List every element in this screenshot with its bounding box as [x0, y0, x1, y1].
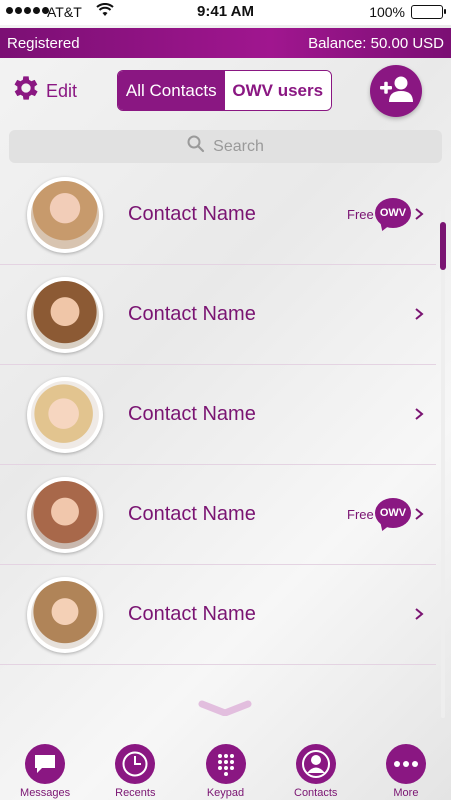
chevron-right-icon — [414, 605, 424, 626]
battery-icon — [411, 5, 446, 19]
segment-owv-users[interactable]: OWV users — [224, 71, 331, 110]
keypad-icon — [205, 744, 246, 784]
chevron-right-icon — [414, 505, 424, 526]
contact-row[interactable]: Contact Name — [0, 565, 436, 665]
tab-label: More — [393, 787, 419, 799]
contacts-icon — [295, 744, 336, 784]
chevron-right-icon — [414, 405, 424, 426]
message-icon — [25, 744, 66, 784]
chevron-right-icon — [414, 305, 424, 326]
contact-name: Contact Name — [128, 203, 256, 225]
tab-label: Recents — [115, 787, 156, 799]
status-bar: AT&T 9:41 AM 100% — [0, 0, 451, 25]
contacts-filter-segmented-control: All Contacts OWV users — [117, 70, 332, 111]
add-contact-button[interactable] — [370, 65, 422, 117]
tab-label: Keypad — [206, 787, 245, 799]
add-person-icon — [378, 75, 414, 108]
free-label: Free — [347, 207, 374, 222]
contact-row[interactable]: Contact Name — [0, 365, 436, 465]
avatar — [27, 477, 103, 553]
balance-label: Balance: 50.00 USD — [308, 35, 444, 52]
contact-name: Contact Name — [128, 303, 256, 325]
contact-name: Contact Name — [128, 603, 256, 625]
avatar — [27, 377, 103, 453]
tab-contacts[interactable]: Contacts — [271, 740, 361, 800]
edit-label: Edit — [46, 80, 78, 101]
avatar — [27, 277, 103, 353]
tab-more[interactable]: More — [361, 740, 451, 800]
gear-icon — [10, 72, 42, 110]
contact-name: Contact Name — [128, 503, 256, 525]
tab-bar: Messages Recents Keypad Contacts More — [0, 740, 451, 800]
scrollbar-thumb[interactable] — [440, 222, 446, 270]
edit-button[interactable]: Edit — [10, 72, 77, 110]
search-input[interactable]: Search — [9, 130, 442, 163]
account-info-bar: Registered Balance: 50.00 USD — [0, 28, 451, 58]
contact-row[interactable]: Contact Name Free OWV — [0, 165, 436, 265]
search-icon — [187, 135, 205, 158]
avatar — [27, 577, 103, 653]
tab-label: Messages — [20, 787, 71, 799]
segment-all-contacts[interactable]: All Contacts — [118, 71, 225, 110]
battery-percent: 100% — [369, 4, 405, 20]
free-label: Free — [347, 507, 374, 522]
contacts-list: Contact Name Free OWV Contact Name Conta… — [0, 165, 436, 665]
registration-status: Registered — [7, 35, 80, 52]
chevron-right-icon — [414, 205, 424, 226]
tab-keypad[interactable]: Keypad — [180, 740, 270, 800]
contact-name: Contact Name — [128, 403, 256, 425]
tab-label: Contacts — [294, 787, 338, 799]
tab-recents[interactable]: Recents — [90, 740, 180, 800]
clock-icon — [115, 744, 156, 784]
search-placeholder: Search — [213, 137, 264, 155]
owv-badge-icon: OWV — [375, 498, 411, 528]
contact-row[interactable]: Contact Name — [0, 265, 436, 365]
more-icon — [385, 744, 426, 784]
contact-row[interactable]: Contact Name Free OWV — [0, 465, 436, 565]
owv-badge-icon: OWV — [375, 198, 411, 228]
avatar — [27, 177, 103, 253]
tab-messages[interactable]: Messages — [0, 740, 90, 800]
chevron-down-icon[interactable] — [198, 700, 252, 721]
